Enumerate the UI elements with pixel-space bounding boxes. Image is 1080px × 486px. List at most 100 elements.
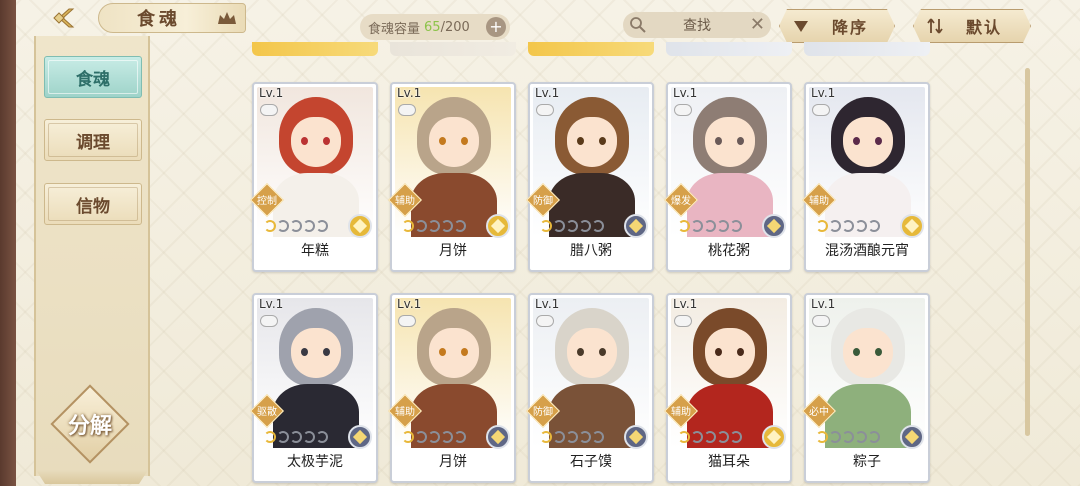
element-icon xyxy=(486,425,510,449)
star-icon xyxy=(579,431,591,443)
food-soul-card[interactable]: Lv.1 辅助 月饼 xyxy=(388,82,516,272)
star-icon xyxy=(592,220,604,232)
food-soul-card[interactable]: Lv.1 必中 粽子 xyxy=(802,293,930,483)
star-icon xyxy=(842,220,854,232)
role-label: 控制 xyxy=(257,196,277,207)
character-name: 桃花粥 xyxy=(708,243,750,259)
sidebar-item-tokens[interactable]: 信物 xyxy=(44,183,142,225)
search-label: 查找 xyxy=(683,18,711,34)
back-arrow-icon xyxy=(53,8,75,28)
star-icon xyxy=(678,431,690,443)
crown-icon xyxy=(218,12,236,24)
food-soul-grid: Lv.1 控制 年糕 Lv.1 辅助 月饼 Lv.1 防御 腊八粥 Lv.1 爆发 桃花粥 Lv.1 辅助… xyxy=(250,40,940,486)
star-icon xyxy=(316,431,328,443)
role-label: 辅助 xyxy=(395,407,415,418)
sort-mode-button[interactable]: 默认 xyxy=(913,9,1031,43)
star-icon xyxy=(415,220,427,232)
food-soul-card[interactable]: Lv.1 辅助 猫耳朵 xyxy=(664,293,792,483)
previous-row-edge xyxy=(666,42,792,56)
scrollbar-thumb[interactable] xyxy=(1025,68,1030,436)
level-label: Lv.1 xyxy=(673,297,698,311)
role-label: 驱散 xyxy=(257,407,277,418)
star-icon xyxy=(277,220,289,232)
food-soul-card[interactable]: Lv.1 控制 年糕 xyxy=(250,82,378,272)
element-icon xyxy=(624,425,648,449)
star-icon xyxy=(717,220,729,232)
food-soul-card[interactable]: Lv.1 驱散太极芋泥 xyxy=(250,293,378,483)
food-soul-card[interactable]: Lv.1 爆发 桃花粥 xyxy=(664,82,792,272)
star-icon xyxy=(277,431,289,443)
star-icon xyxy=(816,220,828,232)
sidebar-item-cooking[interactable]: 调理 xyxy=(44,119,142,161)
previous-row-edge xyxy=(252,42,378,56)
star-icon xyxy=(441,220,453,232)
level-label: Lv.1 xyxy=(259,297,284,311)
star-icon xyxy=(678,220,690,232)
character-name: 太极芋泥 xyxy=(287,454,343,470)
element-icon xyxy=(348,214,372,238)
star-icon xyxy=(704,431,716,443)
star-icon xyxy=(264,431,276,443)
level-label: Lv.1 xyxy=(397,297,422,311)
food-soul-card[interactable]: Lv.1 辅助 混汤酒酿元宵 xyxy=(802,82,930,272)
lock-toggle-icon[interactable] xyxy=(260,315,278,327)
lock-toggle-icon[interactable] xyxy=(398,315,416,327)
capacity-current: 65 xyxy=(424,19,441,35)
lock-toggle-icon[interactable] xyxy=(812,104,830,116)
star-icon xyxy=(402,220,414,232)
capacity-display: 食魂容量 65 /200 + xyxy=(360,14,510,40)
capacity-max: /200 xyxy=(440,19,470,35)
level-label: Lv.1 xyxy=(535,297,560,311)
lock-toggle-icon[interactable] xyxy=(674,315,692,327)
sort-mode-label: 默认 xyxy=(966,18,1003,37)
food-soul-card[interactable]: Lv.1 防御 石子馍 xyxy=(526,293,654,483)
decompose-button[interactable]: 分解 xyxy=(50,384,130,468)
top-bar: 食魂 食魂容量 65 /200 + 查找 ✕ 降序 默认 xyxy=(0,0,1080,40)
element-icon xyxy=(762,214,786,238)
star-icon xyxy=(829,431,841,443)
food-soul-card[interactable]: Lv.1 防御 腊八粥 xyxy=(526,82,654,272)
sort-order-button[interactable]: 降序 xyxy=(779,9,895,43)
sidebar-item-food-souls[interactable]: 食魂 xyxy=(44,56,142,98)
capacity-label: 食魂容量 xyxy=(368,21,421,37)
character-name: 石子馍 xyxy=(570,454,612,470)
food-soul-card[interactable]: Lv.1 辅助月饼 xyxy=(388,293,516,483)
element-icon xyxy=(900,425,924,449)
element-icon xyxy=(762,425,786,449)
lock-toggle-icon[interactable] xyxy=(674,104,692,116)
star-icon xyxy=(704,220,716,232)
lock-toggle-icon[interactable] xyxy=(536,104,554,116)
star-icon xyxy=(855,431,867,443)
star-icon xyxy=(566,431,578,443)
star-icon xyxy=(540,220,552,232)
character-name: 混汤酒酿元宵 xyxy=(825,243,909,259)
scrollbar[interactable] xyxy=(1025,68,1030,436)
star-icon xyxy=(428,431,440,443)
star-icon xyxy=(402,431,414,443)
star-icon xyxy=(415,431,427,443)
role-label: 防御 xyxy=(533,196,553,207)
star-icon xyxy=(717,431,729,443)
star-icon xyxy=(553,431,565,443)
element-icon xyxy=(900,214,924,238)
star-icon xyxy=(454,431,466,443)
search-icon xyxy=(630,17,646,33)
star-icon xyxy=(553,220,565,232)
clear-icon[interactable]: ✕ xyxy=(750,14,765,35)
level-label: Lv.1 xyxy=(259,86,284,100)
add-capacity-button[interactable]: + xyxy=(486,17,506,37)
lock-toggle-icon[interactable] xyxy=(536,315,554,327)
search-box[interactable]: 查找 ✕ xyxy=(623,12,771,38)
star-icon xyxy=(691,220,703,232)
previous-row-edge xyxy=(528,42,654,56)
role-label: 辅助 xyxy=(395,196,415,207)
triangle-down-icon xyxy=(792,17,810,35)
lock-toggle-icon[interactable] xyxy=(260,104,278,116)
star-icon xyxy=(691,431,703,443)
back-button[interactable] xyxy=(40,5,92,31)
lock-toggle-icon[interactable] xyxy=(398,104,416,116)
star-icon xyxy=(816,431,828,443)
character-name: 月饼 xyxy=(439,454,467,470)
lock-toggle-icon[interactable] xyxy=(812,315,830,327)
star-icon xyxy=(730,220,742,232)
